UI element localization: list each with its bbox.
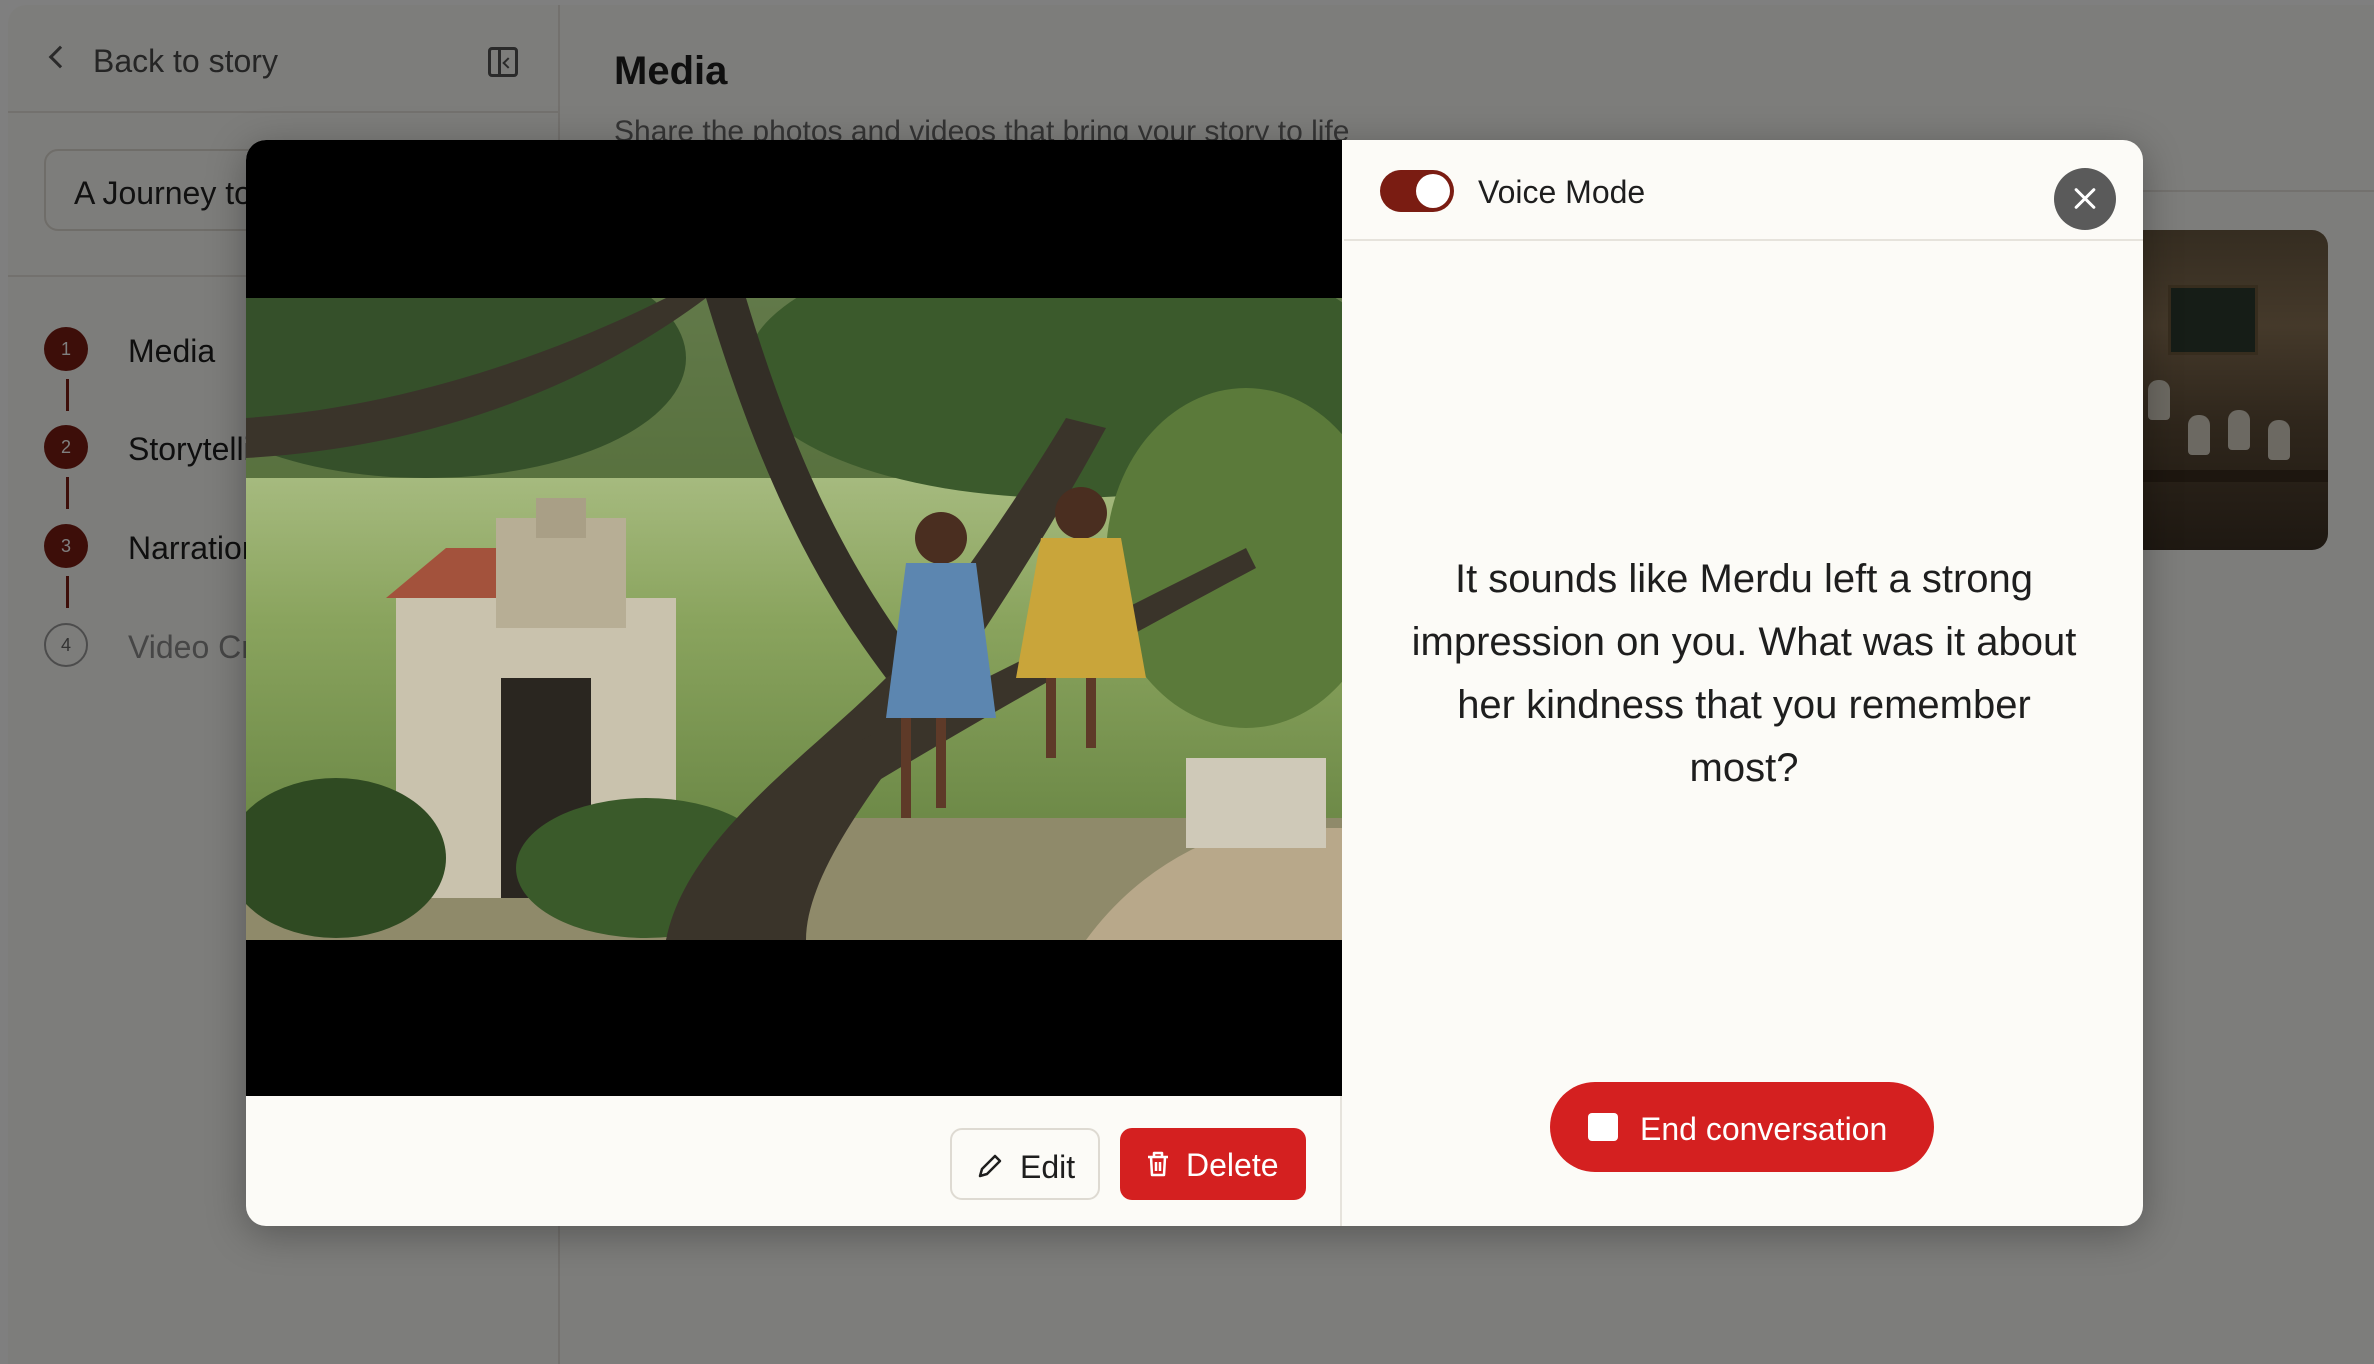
- delete-label: Delete: [1186, 1147, 1279, 1183]
- conversation-header: Voice Mode: [1344, 140, 2143, 241]
- edit-label: Edit: [1020, 1149, 1076, 1185]
- trash-icon: [1148, 1151, 1168, 1177]
- pencil-icon: [978, 1154, 1002, 1178]
- conversation-pane: Voice Mode It sounds like Merdu left a s…: [1344, 140, 2143, 1226]
- media-photo: [246, 298, 1342, 940]
- close-icon[interactable]: [2054, 168, 2116, 230]
- toggle-knob: [1416, 174, 1450, 208]
- end-conversation-button[interactable]: End conversation: [1550, 1082, 1934, 1172]
- voice-mode-toggle[interactable]: [1380, 170, 1454, 212]
- delete-button[interactable]: Delete: [1120, 1128, 1306, 1200]
- voice-mode-label: Voice Mode: [1478, 174, 1646, 210]
- assistant-prompt: It sounds like Merdu left a strong impre…: [1411, 557, 2077, 790]
- stop-icon: [1588, 1113, 1618, 1141]
- media-pane: Edit Delete: [246, 140, 1342, 1226]
- media-conversation-modal: Edit Delete Voice Mode It sounds like Me…: [246, 140, 2143, 1226]
- end-conversation-label: End conversation: [1640, 1111, 1888, 1147]
- edit-button[interactable]: Edit: [950, 1128, 1100, 1200]
- media-viewer: [246, 140, 1342, 1096]
